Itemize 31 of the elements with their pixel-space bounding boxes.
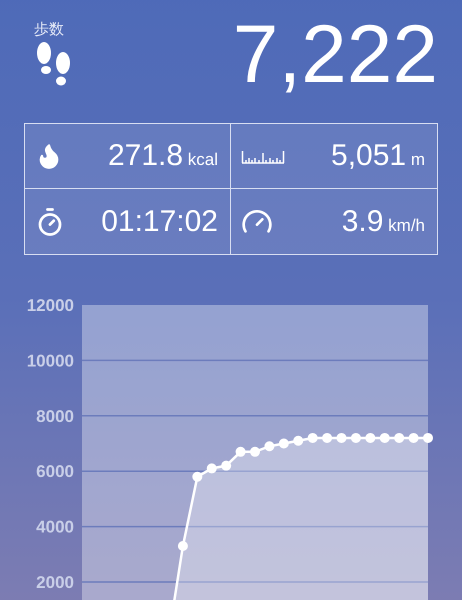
y-axis-label: 12000 [26, 296, 74, 315]
stat-value: 271.8 kcal [108, 141, 219, 171]
data-point [236, 446, 246, 457]
stat-value: 3.9 km/h [342, 206, 426, 236]
y-axis-label: 4000 [36, 518, 74, 537]
y-axis-label: 8000 [36, 406, 74, 426]
data-point [221, 460, 232, 471]
y-axis-label: 6000 [36, 462, 74, 482]
data-point [250, 446, 260, 457]
ruler-icon [241, 148, 285, 164]
data-point [178, 541, 188, 551]
data-point [206, 463, 217, 474]
steps-label: 歩数 [34, 22, 64, 37]
data-point [336, 432, 346, 443]
y-axis-label: 2000 [36, 573, 74, 592]
data-point [350, 432, 361, 443]
data-point [408, 432, 419, 443]
stat-value: 01:17:02 [101, 206, 219, 236]
data-point [380, 432, 390, 443]
data-point [293, 436, 304, 446]
data-point [264, 441, 274, 452]
step-count: 7,222 [232, 14, 438, 96]
stat-value: 5,051 m [331, 141, 426, 171]
data-point [322, 432, 332, 443]
data-point [278, 438, 289, 448]
y-axis-label: 10000 [26, 351, 74, 370]
data-point [308, 432, 318, 443]
data-point [192, 472, 202, 482]
data-point [394, 432, 404, 443]
data-point [365, 432, 376, 443]
data-point [423, 432, 433, 443]
